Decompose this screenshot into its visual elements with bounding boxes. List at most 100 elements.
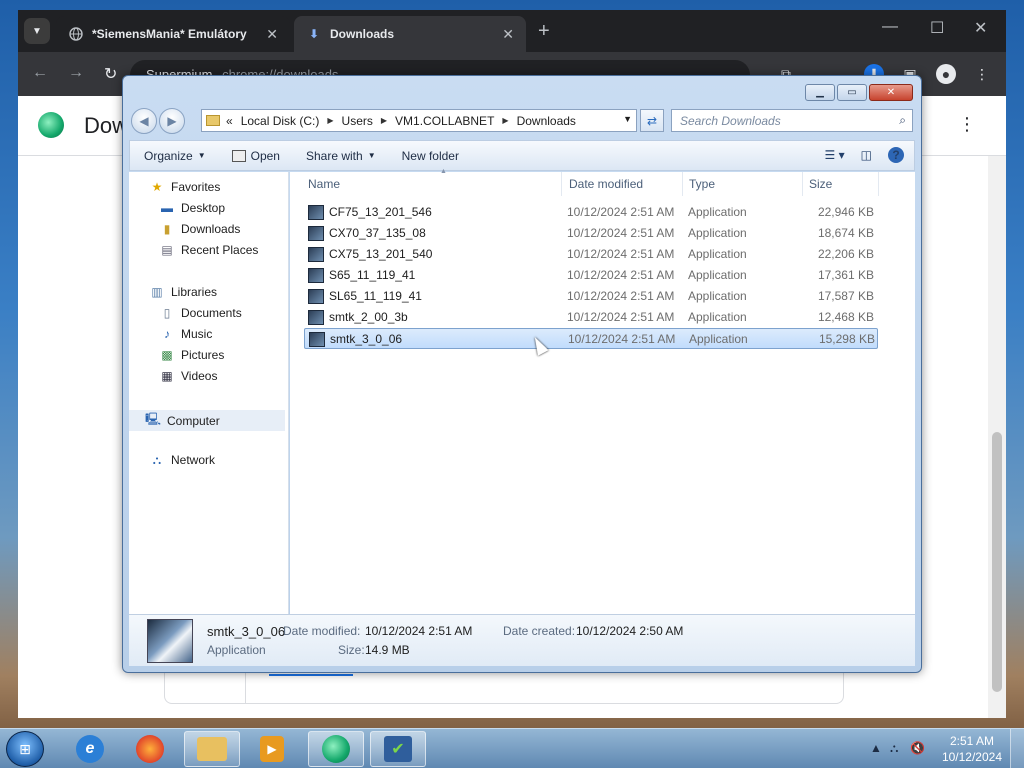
- reload-icon[interactable]: ↻: [104, 64, 117, 84]
- help-icon[interactable]: ?: [888, 147, 904, 163]
- close-window-icon[interactable]: ✕: [974, 18, 987, 38]
- supermium-logo-icon: [38, 112, 64, 138]
- breadcrumb-local-disk[interactable]: Local Disk (C:): [241, 114, 320, 128]
- caption-buttons: ▁ ▭ ✕: [803, 84, 913, 101]
- breadcrumb-arrow-icon[interactable]: ▶: [327, 116, 333, 125]
- column-date-modified[interactable]: Date modified: [563, 172, 683, 196]
- nav-documents[interactable]: ▯ Documents: [159, 306, 242, 320]
- search-placeholder: Search Downloads: [680, 114, 781, 128]
- nav-desktop[interactable]: ▬ Desktop: [159, 201, 225, 215]
- open-button[interactable]: Open: [231, 149, 280, 163]
- table-row-selected[interactable]: smtk_3_0_06 10/12/2024 2:51 AM Application…: [304, 328, 878, 349]
- clock-time: 2:51 AM: [949, 734, 994, 748]
- taskbar-app-explorer[interactable]: [184, 731, 240, 767]
- file-type: Application: [688, 310, 747, 324]
- taskbar-app-firefox[interactable]: [122, 731, 178, 767]
- details-date-modified-label: Date modified:: [283, 624, 361, 638]
- table-row[interactable]: CX70_37_135_08 10/12/2024 2:51 AM Applicat…: [304, 223, 878, 244]
- nav-videos[interactable]: ▦ Videos: [159, 369, 217, 383]
- table-row[interactable]: S65_11_119_41 10/12/2024 2:51 AM Applicati…: [304, 265, 878, 286]
- breadcrumb-arrow-icon[interactable]: ▶: [502, 116, 508, 125]
- nav-label: Downloads: [181, 222, 241, 236]
- tab-close-icon[interactable]: ✕: [266, 26, 278, 43]
- column-size[interactable]: Size: [803, 172, 879, 196]
- menu-icon[interactable]: ⋮: [972, 64, 992, 84]
- new-folder-button[interactable]: New folder: [402, 149, 459, 163]
- breadcrumb-overflow[interactable]: «: [226, 114, 233, 128]
- application-icon: [308, 289, 324, 304]
- column-type[interactable]: Type: [683, 172, 803, 196]
- explorer-icon: [197, 737, 227, 761]
- maximize-icon[interactable]: ▭: [837, 84, 867, 101]
- profile-icon[interactable]: ●: [936, 64, 956, 84]
- chevron-down-icon[interactable]: ▼: [623, 114, 632, 124]
- nav-downloads[interactable]: ▮ Downloads: [159, 222, 241, 236]
- breadcrumb-users[interactable]: Users: [342, 114, 373, 128]
- taskbar-app-installer[interactable]: ✔: [370, 731, 426, 767]
- breadcrumb-downloads[interactable]: Downloads: [517, 114, 576, 128]
- scrollbar-thumb[interactable]: [992, 432, 1002, 692]
- maximize-icon[interactable]: ☐: [930, 18, 944, 38]
- installer-icon: ✔: [384, 736, 412, 762]
- nav-pictures[interactable]: ▩ Pictures: [159, 348, 224, 362]
- column-name[interactable]: ▲ Name: [302, 168, 562, 196]
- taskbar-app-ie[interactable]: e: [62, 731, 118, 767]
- search-icon[interactable]: ⌕: [899, 113, 906, 128]
- nav-network[interactable]: ⛬ Network: [149, 453, 215, 468]
- organize-button[interactable]: Organize ▼: [144, 149, 206, 163]
- forward-icon[interactable]: →: [68, 64, 84, 82]
- table-row[interactable]: CF75_13_201_546 10/12/2024 2:51 AM Applica…: [304, 202, 878, 223]
- nav-label: Documents: [181, 306, 242, 320]
- minimize-icon[interactable]: ▁: [805, 84, 835, 101]
- tab-downloads[interactable]: ⬇ Downloads ✕: [294, 16, 526, 52]
- tab-siemensmania[interactable]: *SiemensMania* Emulátory ✕: [56, 16, 290, 52]
- start-button[interactable]: ⊞: [6, 731, 44, 767]
- minimize-icon[interactable]: —: [882, 18, 898, 36]
- application-icon: [308, 226, 324, 241]
- taskbar-app-supermium[interactable]: [308, 731, 364, 767]
- nav-libraries[interactable]: ▥ Libraries: [149, 285, 217, 299]
- tab-search-button[interactable]: ▼: [24, 18, 50, 44]
- chevron-down-icon: ▼: [197, 151, 206, 160]
- page-scrollbar[interactable]: [988, 156, 1006, 718]
- windows-logo-icon: ⊞: [19, 740, 31, 757]
- show-hidden-icons-icon[interactable]: ▲: [870, 741, 882, 755]
- share-with-button[interactable]: Share with ▼: [306, 149, 376, 163]
- card-link[interactable]: [269, 674, 353, 676]
- refresh-button[interactable]: ⇄: [640, 109, 664, 132]
- tab-close-icon[interactable]: ✕: [502, 26, 514, 43]
- new-folder-label: New folder: [401, 148, 459, 163]
- network-status-icon[interactable]: ⛬: [890, 741, 898, 756]
- breadcrumb[interactable]: « Local Disk (C:) ▶ Users ▶ VM1.COLLABNE…: [201, 109, 637, 132]
- breadcrumb-user-folder[interactable]: VM1.COLLABNET: [395, 114, 494, 128]
- search-input[interactable]: Search Downloads ⌕: [671, 109, 913, 132]
- explorer-window: ▁ ▭ ✕ ◀ ▶ « Local Disk (C:) ▶ Users ▶ VM…: [122, 75, 922, 673]
- forward-icon[interactable]: ▶: [159, 108, 185, 134]
- system-tray: ▲ ⛬ 🔇 2:51 AM 10/12/2024: [854, 729, 1024, 768]
- table-row[interactable]: SL65_11_119_41 10/12/2024 2:51 AM Applicat…: [304, 286, 878, 307]
- nav-music[interactable]: ♪ Music: [159, 327, 212, 341]
- application-icon: [308, 268, 324, 283]
- breadcrumb-arrow-icon[interactable]: ▶: [381, 116, 387, 125]
- close-icon[interactable]: ✕: [869, 84, 913, 101]
- back-icon[interactable]: ◀: [131, 108, 157, 134]
- table-row[interactable]: CX75_13_201_540 10/12/2024 2:51 AM Applica…: [304, 244, 878, 265]
- nav-favorites[interactable]: ★ Favorites: [149, 180, 221, 194]
- nav-computer[interactable]: 🖳 Computer: [129, 410, 285, 431]
- show-desktop-button[interactable]: [1010, 729, 1024, 768]
- back-icon[interactable]: ←: [32, 64, 48, 82]
- nav-recent-places[interactable]: ▤ Recent Places: [159, 243, 258, 257]
- more-options-icon[interactable]: ⋮: [958, 114, 976, 135]
- preview-pane-icon[interactable]: ◫: [861, 148, 872, 162]
- file-size: 17,361 KB: [817, 268, 874, 282]
- table-row[interactable]: smtk_2_00_3b 10/12/2024 2:51 AM Applicatio…: [304, 307, 878, 328]
- taskbar-app-media-player[interactable]: ▶: [244, 731, 300, 767]
- volume-muted-icon[interactable]: 🔇: [910, 741, 925, 755]
- file-type: Application: [688, 289, 747, 303]
- recent-places-icon: ▤: [161, 243, 173, 257]
- view-options-icon[interactable]: ☰ ▾: [825, 148, 845, 162]
- file-date: 10/12/2024 2:51 AM: [567, 247, 675, 261]
- clock[interactable]: 2:51 AM 10/12/2024: [942, 733, 1002, 765]
- new-tab-button[interactable]: +: [538, 20, 550, 43]
- file-type: Application: [688, 247, 747, 261]
